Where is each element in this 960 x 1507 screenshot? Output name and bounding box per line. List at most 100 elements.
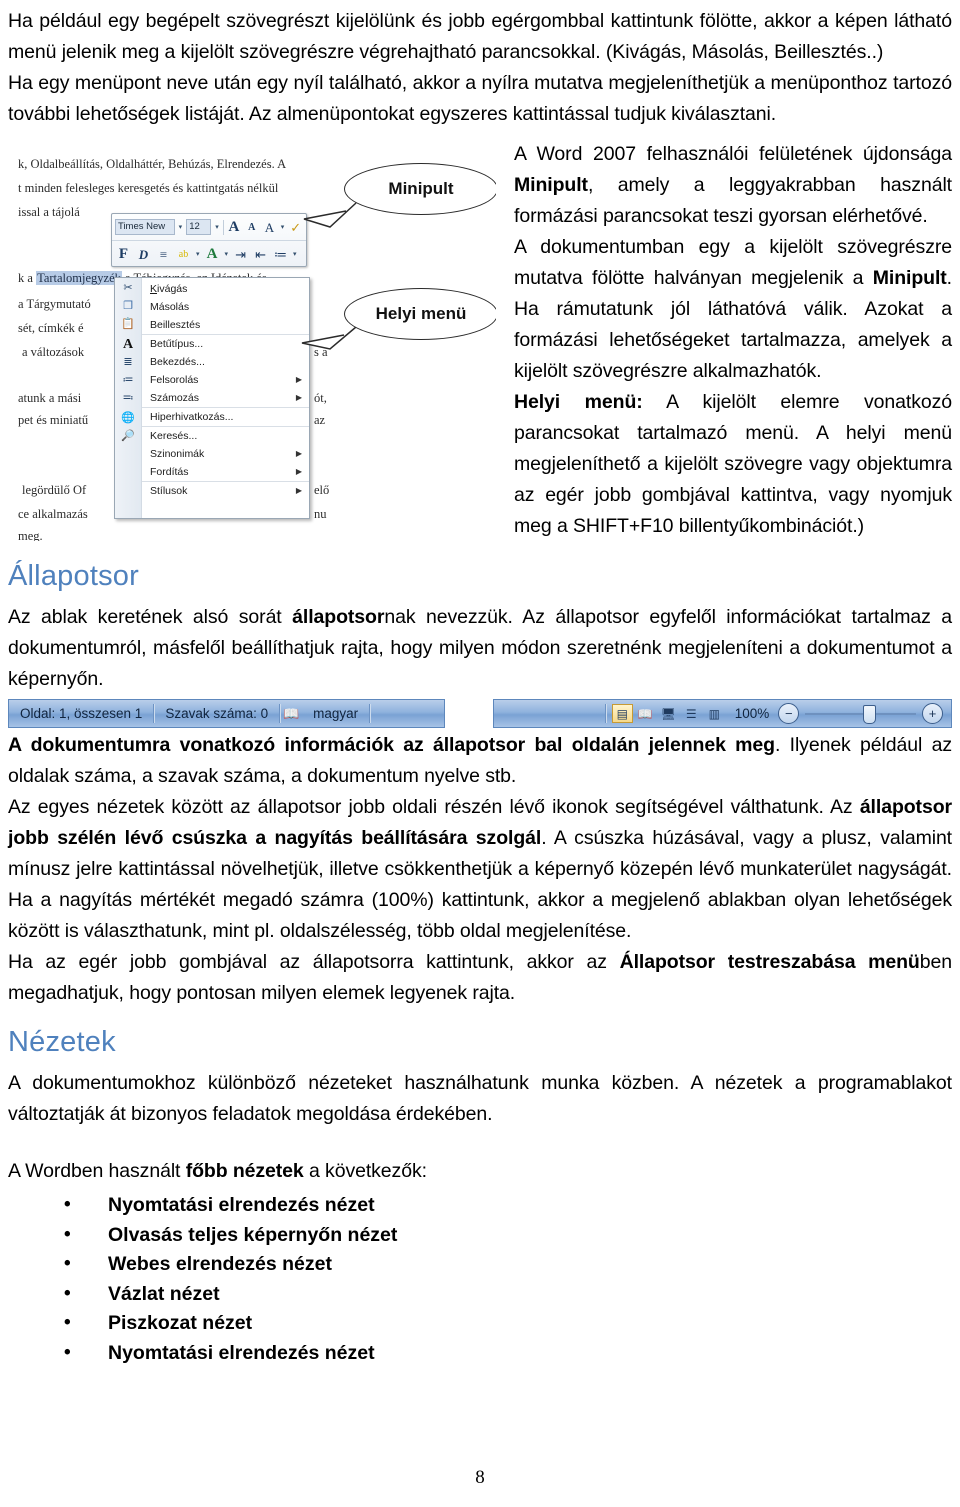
bg-text-line: atunk a mási xyxy=(18,391,82,405)
web-layout-view-icon[interactable]: 🖥 xyxy=(658,704,679,723)
bg-text-line: meg. xyxy=(18,529,43,541)
grow-font-icon[interactable]: A xyxy=(227,219,242,236)
bullets-icon[interactable]: ≔ xyxy=(272,246,289,263)
menu-item-kivagas[interactable]: Kivágás xyxy=(142,280,309,298)
bg-text-line: issal a tájolá xyxy=(18,205,80,219)
draft-view-icon[interactable]: ▥ xyxy=(704,704,725,723)
bg-text-line: nu xyxy=(314,507,327,521)
word-count-label[interactable]: Szavak száma: 0 xyxy=(154,700,279,727)
bg-text-prefix: k a xyxy=(18,271,37,285)
selected-text-highlight: Tartalomjegyzék xyxy=(36,271,122,285)
paste-icon[interactable]: 📋 xyxy=(120,316,137,333)
research-icon[interactable]: 🔎 xyxy=(120,428,137,445)
bg-text-line: a Tárgymutató xyxy=(18,297,91,311)
chevron-down-icon[interactable]: ▾ xyxy=(225,250,229,258)
proofing-errors-icon[interactable]: 📖 xyxy=(280,706,302,722)
chevron-down-icon[interactable]: ▾ xyxy=(196,250,200,258)
context-menu[interactable]: ✂ ❐ 📋 A ≣ ≔ ≕ 🌐 🔎 Kivágás Másolás Beille… xyxy=(114,277,310,519)
zoom-out-button[interactable]: − xyxy=(778,703,800,724)
toolbar-divider xyxy=(222,219,224,235)
menu-item-kereses[interactable]: Keresés... xyxy=(142,426,309,445)
outline-view-icon[interactable]: ☰ xyxy=(681,704,702,723)
zoom-slider-track[interactable] xyxy=(805,704,916,724)
menu-item-forditas[interactable]: Fordítás ▶ xyxy=(142,463,309,481)
status-zoom-paragraph: Az egyes nézetek között az állapotsor jo… xyxy=(8,796,953,942)
menu-item-label: ivágás xyxy=(157,283,188,295)
minipult-paragraph: A Word 2007 felhasználói felületének újd… xyxy=(514,143,952,227)
chevron-down-icon[interactable]: ▾ xyxy=(293,250,297,258)
menu-item-beillesztes[interactable]: Beillesztés xyxy=(142,316,309,334)
right-text-column: A Word 2007 felhasználói felületének újd… xyxy=(514,139,952,542)
zoom-level-label[interactable]: 100% xyxy=(725,706,779,721)
menu-item-label: Másolás xyxy=(150,301,190,313)
word-screenshot-figure: k, Oldalbeállítás, Oldalháttér, Behúzás,… xyxy=(8,139,508,559)
font-dialog-icon[interactable]: A xyxy=(120,336,137,353)
increase-indent-icon[interactable]: ⇤ xyxy=(252,246,269,263)
bg-text-line: t minden felesleges keresgetés és kattin… xyxy=(18,181,279,195)
heading-nezetek: Nézetek xyxy=(8,1026,116,1058)
font-name-field[interactable]: Times New xyxy=(115,219,175,235)
view-buttons-group: ▤ 📖 🖥 ☰ ▥ xyxy=(606,704,725,723)
menu-item-betutipus[interactable]: Betűtípus... xyxy=(142,334,309,353)
font-size-field[interactable]: 12 xyxy=(186,219,212,235)
cut-icon[interactable]: ✂ xyxy=(120,280,137,297)
numbering-list-icon[interactable]: ≕ xyxy=(120,390,137,407)
chevron-down-icon[interactable]: ▾ xyxy=(179,223,183,231)
chevron-down-icon[interactable]: ▾ xyxy=(281,223,285,231)
page-number: 8 xyxy=(475,1467,485,1488)
bold-icon[interactable]: F xyxy=(115,246,132,263)
zoom-in-button[interactable]: + xyxy=(922,703,943,724)
list-item: Nyomtatási elrendezés nézet xyxy=(64,1338,952,1369)
bg-text-line: pet és miniatű xyxy=(18,413,89,427)
minipult-usage-paragraph: A dokumentumban egy a kijelölt szövegrés… xyxy=(514,236,952,382)
page-info-label[interactable]: Oldal: 1, összesen 1 xyxy=(9,700,153,727)
bg-text-line: s a xyxy=(314,345,328,359)
submenu-arrow-icon: ▶ xyxy=(295,393,302,402)
list-item: Vázlat nézet xyxy=(64,1279,952,1310)
word-document-screenshot: k, Oldalbeállítás, Oldalháttér, Behúzás,… xyxy=(14,151,496,541)
bg-text-line: ót, xyxy=(314,391,327,405)
menu-item-bekezdes[interactable]: Bekezdés... xyxy=(142,353,309,371)
term-minipult: Minipult xyxy=(514,174,588,196)
document-page: Ha például egy begépelt szövegrészt kije… xyxy=(0,0,960,1507)
menu-item-hiperhivatkozas[interactable]: Hiperhivatkozás... xyxy=(142,407,309,426)
menu-item-label: Stílusok xyxy=(150,485,188,497)
center-align-icon[interactable]: ≡ xyxy=(155,246,172,263)
menu-item-label: Keresés... xyxy=(150,430,198,442)
print-layout-view-icon[interactable]: ▤ xyxy=(611,704,633,723)
menu-item-label: Felsorolás xyxy=(150,374,199,386)
language-label[interactable]: magyar xyxy=(302,700,369,727)
decrease-indent-icon[interactable]: ⇥ xyxy=(232,246,249,263)
menu-item-stilusok[interactable]: Stílusok ▶ xyxy=(142,481,309,500)
menu-item-masolas[interactable]: Másolás xyxy=(142,298,309,316)
context-menu-icon-gutter: ✂ ❐ 📋 A ≣ ≔ ≕ 🌐 🔎 xyxy=(115,278,142,518)
heading-allapotsor: Állapotsor xyxy=(8,560,139,592)
menu-item-szamozas[interactable]: Számozás ▶ xyxy=(142,389,309,407)
bullets-list-icon[interactable]: ≔ xyxy=(120,372,137,389)
chevron-down-icon[interactable]: ▾ xyxy=(215,223,219,231)
full-screen-reading-view-icon[interactable]: 📖 xyxy=(635,704,656,723)
shrink-font-icon[interactable]: A xyxy=(244,219,259,236)
clear-formatting-icon[interactable]: A xyxy=(262,219,277,236)
status-info-paragraph: A dokumentumra vonatkozó információk az … xyxy=(8,734,952,787)
bg-text-line: az xyxy=(314,413,326,427)
menu-item-felsorolas[interactable]: Felsorolás ▶ xyxy=(142,371,309,389)
menu-item-label: Bekezdés... xyxy=(150,356,205,368)
minipult-toolbar[interactable]: Times New ▾ 12 ▾ A A A ▾ ✓ F D ≡ ab ▾ A … xyxy=(111,213,307,267)
paragraph-dialog-icon[interactable]: ≣ xyxy=(120,354,137,371)
format-painter-icon[interactable]: ✓ xyxy=(288,219,303,236)
menu-item-szinonimak[interactable]: Szinonimák ▶ xyxy=(142,445,309,463)
helyi-menu-paragraph: Helyi menü: A kijelölt elemre vonatkozó … xyxy=(514,391,952,537)
bg-text-line: ce alkalmazás xyxy=(18,507,88,521)
font-color-icon[interactable]: A xyxy=(204,246,221,263)
callout-label: Helyi menü xyxy=(375,304,467,323)
highlight-icon[interactable]: ab xyxy=(175,246,192,263)
callout-minipult: Minipult xyxy=(344,163,496,215)
emphasis-left-side: A dokumentumra vonatkozó információk az … xyxy=(8,734,775,756)
hyperlink-icon[interactable]: 🌐 xyxy=(120,410,137,427)
zoom-slider-thumb[interactable] xyxy=(862,704,876,724)
italic-icon[interactable]: D xyxy=(135,246,152,263)
status-customize-paragraph: Ha az egér jobb gombjával az állapotsorr… xyxy=(8,951,952,1004)
copy-icon[interactable]: ❐ xyxy=(120,298,137,315)
intro-paragraph-2: Ha egy menüpont neve után egy nyíl talál… xyxy=(8,72,952,125)
